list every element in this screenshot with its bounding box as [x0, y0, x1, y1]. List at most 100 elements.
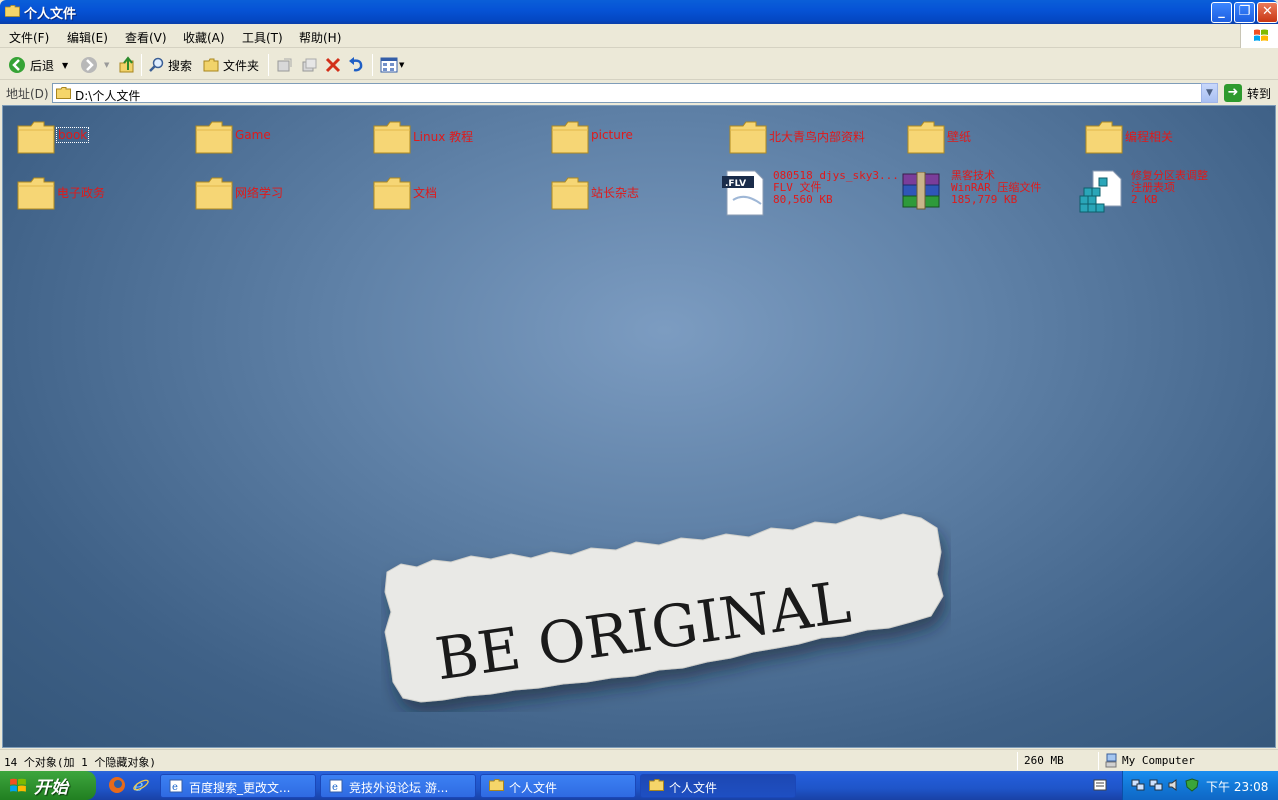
windows-logo — [1240, 24, 1278, 48]
address-value: D:\个人文件 — [75, 89, 141, 103]
file-item[interactable]: 修复分区表调整 注册表项 2 KB — [1075, 168, 1253, 214]
wallpaper-paper: BE ORIGINAL — [384, 513, 944, 703]
item-name: 编程相关 — [1125, 130, 1174, 144]
views-button[interactable]: ▼ — [380, 54, 404, 76]
forward-button[interactable]: ▼ — [80, 54, 109, 76]
menu-favorites[interactable]: 收藏(A) — [183, 29, 225, 46]
search-label: 搜索 — [168, 58, 193, 73]
svg-text:e: e — [172, 782, 178, 793]
go-arrow-icon[interactable]: ➜ — [1224, 84, 1242, 102]
item-size: 80,560 KB — [773, 193, 833, 206]
folder-icon — [907, 121, 945, 154]
forward-dropdown-icon[interactable]: ▼ — [104, 61, 109, 69]
status-objects: 14 个对象(加 1 个隐藏对象) — [4, 756, 156, 769]
delete-x-icon — [325, 57, 341, 73]
folder-item[interactable]: 站长杂志 — [545, 170, 715, 216]
toolbar: 后退 ▼ ▼ 搜索 文件夹 ▼ — [0, 49, 1278, 80]
network-icon[interactable] — [1131, 778, 1145, 792]
title-bar[interactable]: 个人文件 _ ❐ ✕ — [0, 0, 1278, 24]
folder-item[interactable]: 壁纸 — [901, 114, 1071, 160]
svg-text:e: e — [332, 782, 338, 793]
item-name: 电子政务 — [57, 186, 106, 200]
speaker-icon[interactable] — [1167, 778, 1181, 792]
minimize-button[interactable]: _ — [1211, 2, 1232, 23]
views-dropdown-icon[interactable]: ▼ — [399, 61, 404, 69]
back-arrow-icon — [9, 57, 25, 73]
taskbar: 开始 e e 百度搜索_更改文... e 竞技外设论坛 游... 个人文件 个人… — [0, 771, 1278, 800]
folder-icon — [551, 121, 589, 154]
file-item[interactable]: 黑客技术 WinRAR 压缩文件 185,779 KB — [897, 168, 1075, 214]
ie-page-icon: e — [169, 779, 183, 793]
address-input[interactable]: D:\个人文件 — [52, 83, 1218, 103]
address-dropdown-icon[interactable]: ▼ — [1201, 83, 1218, 103]
menu-file[interactable]: 文件(F) — [9, 29, 49, 46]
security-shield-icon[interactable] — [1185, 778, 1199, 792]
menu-edit[interactable]: 编辑(E) — [67, 29, 108, 46]
item-name: 站长杂志 — [591, 186, 640, 200]
close-button[interactable]: ✕ — [1257, 2, 1278, 23]
folder-icon — [5, 5, 20, 17]
folder-icon — [195, 177, 233, 210]
up-folder-button[interactable] — [118, 54, 136, 76]
folder-icon — [729, 121, 767, 154]
back-dropdown-icon[interactable]: ▼ — [62, 61, 68, 70]
folder-item[interactable]: book — [11, 114, 181, 160]
copy-to-button[interactable] — [300, 54, 318, 76]
menu-tools[interactable]: 工具(T) — [242, 29, 283, 46]
keyboard-icon[interactable] — [1093, 779, 1107, 791]
folder-item[interactable]: 网络学习 — [189, 170, 359, 216]
file-item[interactable]: .FLV 080518_djys_sky3... FLV 文件 80,560 K… — [719, 168, 899, 216]
delete-button[interactable] — [325, 54, 341, 76]
registry-file-icon — [1079, 170, 1122, 213]
back-button[interactable]: 后退 ▼ — [8, 54, 68, 76]
folder-icon — [56, 87, 71, 99]
undo-icon — [349, 57, 363, 72]
task-baidu[interactable]: e 百度搜索_更改文... — [160, 774, 316, 798]
search-button[interactable]: 搜索 — [148, 54, 192, 76]
folder-item[interactable]: Game — [189, 114, 359, 160]
item-name: picture — [591, 128, 633, 142]
internet-explorer-icon[interactable]: e — [132, 776, 150, 794]
window-title: 个人文件 — [24, 7, 77, 22]
menu-help[interactable]: 帮助(H) — [299, 29, 341, 46]
go-button[interactable]: 转到 — [1247, 85, 1271, 102]
copy-to-icon — [302, 58, 317, 72]
folder-item[interactable]: 电子政务 — [11, 170, 181, 216]
firefox-icon[interactable] — [108, 776, 126, 794]
item-name: 北大青鸟内部资料 — [769, 130, 866, 144]
clock[interactable]: 下午 23:08 — [1206, 778, 1268, 795]
network-icon[interactable] — [1149, 778, 1163, 792]
folder-item[interactable]: Linux 教程 — [367, 114, 537, 160]
search-icon — [149, 57, 164, 72]
views-icon — [380, 57, 398, 73]
task-forum[interactable]: e 竞技外设论坛 游... — [320, 774, 476, 798]
system-tray: 下午 23:08 — [1122, 771, 1278, 800]
folders-button[interactable]: 文件夹 — [203, 54, 259, 76]
task-label: 个人文件 — [669, 781, 718, 795]
folder-icon — [373, 177, 411, 210]
move-to-icon — [277, 58, 292, 72]
svg-text:.FLV: .FLV — [725, 179, 746, 189]
maximize-button[interactable]: ❐ — [1234, 2, 1255, 23]
task-label: 个人文件 — [509, 781, 558, 795]
item-name: 壁纸 — [947, 130, 972, 144]
start-label: 开始 — [34, 778, 68, 798]
windows-flag-icon — [10, 778, 26, 792]
menu-view[interactable]: 查看(V) — [125, 29, 167, 46]
folder-icon — [17, 177, 55, 210]
move-to-button[interactable] — [276, 54, 294, 76]
task-explorer-1[interactable]: 个人文件 — [480, 774, 636, 798]
folder-item[interactable]: 文档 — [367, 170, 537, 216]
status-zone: My Computer — [1122, 754, 1195, 767]
undo-button[interactable] — [347, 54, 365, 76]
task-explorer-2[interactable]: 个人文件 — [640, 774, 796, 798]
folder-item[interactable]: picture — [545, 114, 715, 160]
status-size: 260 MB — [1024, 754, 1064, 767]
windows-flag-icon — [1254, 29, 1268, 41]
folder-item[interactable]: 编程相关 — [1079, 114, 1249, 160]
file-view[interactable]: book Game Linux 教程 picture 北大青鸟内部资料 壁纸 编… — [2, 105, 1276, 748]
folder-item[interactable]: 北大青鸟内部资料 — [723, 114, 893, 160]
item-size: 185,779 KB — [951, 193, 1018, 206]
start-button[interactable]: 开始 — [0, 771, 96, 800]
item-name: Linux 教程 — [413, 130, 474, 144]
